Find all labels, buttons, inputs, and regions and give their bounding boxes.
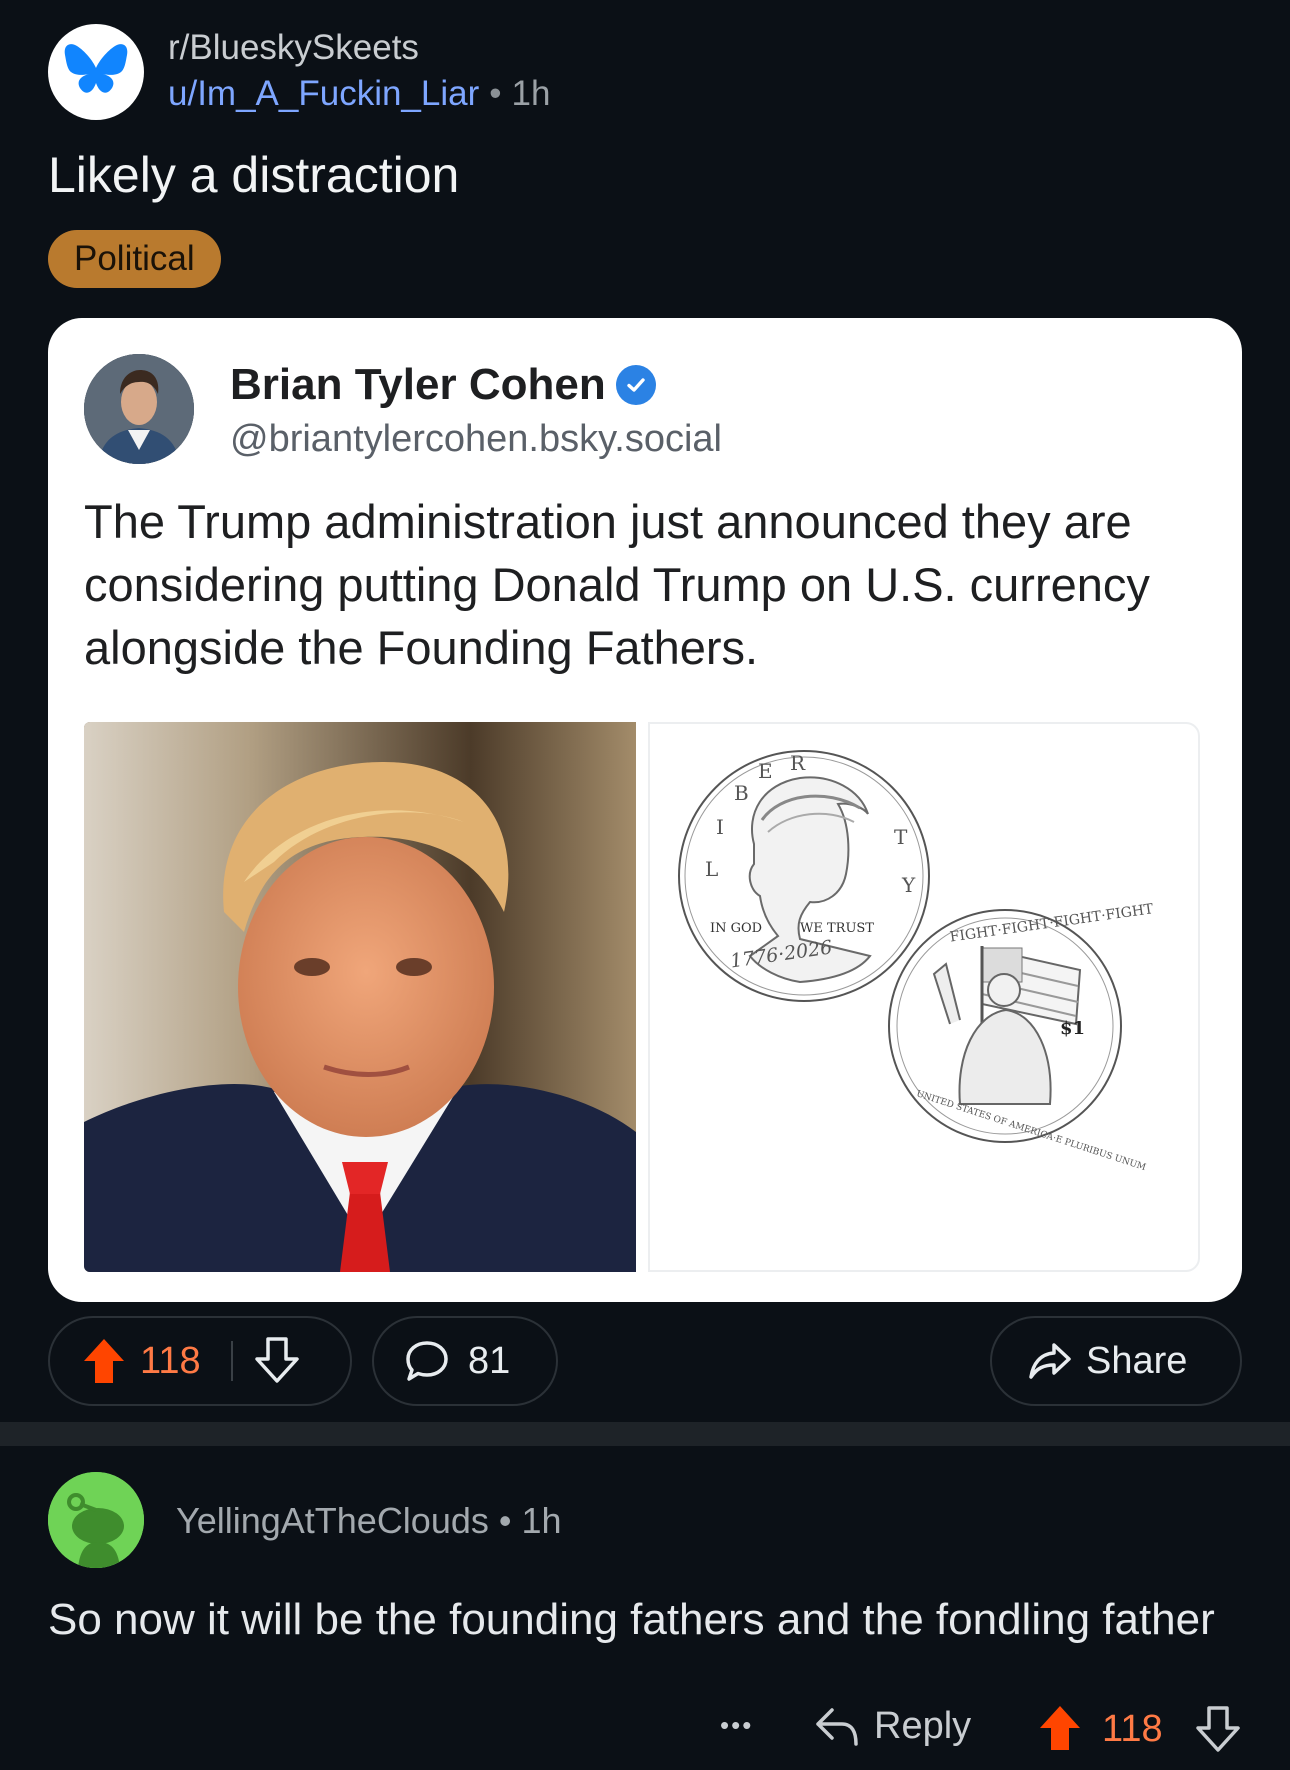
comment-text: So now it will be the founding fathers a… bbox=[48, 1595, 1215, 1644]
meta-separator: • bbox=[489, 74, 502, 113]
coin-front-letter-t: T bbox=[894, 825, 908, 849]
coin-front-motto-right: WE TRUST bbox=[800, 921, 874, 936]
comment-age: 1h bbox=[521, 1500, 562, 1541]
snoo-avatar-icon bbox=[48, 1472, 144, 1568]
comment-upvote-arrow-icon bbox=[1040, 1706, 1080, 1750]
comment-bubble-icon bbox=[406, 1341, 448, 1381]
author-name-text: Brian Tyler Cohen bbox=[230, 360, 606, 409]
vote-divider bbox=[230, 1341, 233, 1381]
post-title[interactable]: Likely a distraction bbox=[48, 146, 459, 204]
comment-downvote-button[interactable] bbox=[1196, 1706, 1240, 1754]
coin-front-letter-l: L bbox=[705, 857, 718, 881]
coin-front: L I B E R T Y IN GOD WE TRUST 1776·2026 bbox=[678, 750, 930, 1002]
post-age: 1h bbox=[511, 74, 551, 113]
comment-author[interactable]: YellingAtTheClouds bbox=[176, 1500, 489, 1541]
coin-front-letter-r: R bbox=[790, 751, 806, 775]
subreddit-avatar[interactable] bbox=[48, 24, 144, 120]
comment-meta-separator: • bbox=[498, 1500, 512, 1541]
embedded-post-image[interactable]: Brian Tyler Cohen @briantylercohen.bsky.… bbox=[48, 318, 1242, 1302]
flair-badge[interactable]: Political bbox=[48, 230, 221, 288]
more-options-button[interactable]: ••• bbox=[720, 1710, 753, 1741]
share-label: Share bbox=[1086, 1339, 1188, 1382]
author-name: Brian Tyler Cohen bbox=[230, 360, 656, 410]
coin-front-letter-b: B bbox=[734, 781, 749, 805]
reply-arrow-icon bbox=[816, 1708, 858, 1746]
comment-upvote-count: 118 bbox=[1102, 1708, 1163, 1750]
vote-pill: 118 bbox=[48, 1316, 352, 1406]
coin-front-letter-y: Y bbox=[901, 873, 916, 897]
reply-button[interactable]: Reply bbox=[814, 1704, 971, 1748]
coin-design-image: L I B E R T Y IN GOD WE TRUST 1776·2026 bbox=[648, 722, 1200, 1272]
comment-upvote-button[interactable] bbox=[1038, 1704, 1082, 1752]
coin-back: $1 FIGHT·FIGHT·FIGHT·FIGHT UNITED STATES… bbox=[888, 901, 1155, 1173]
downvote-arrow-icon bbox=[254, 1337, 299, 1383]
coin-front-motto-left: IN GOD bbox=[710, 921, 762, 936]
downvote-button[interactable] bbox=[254, 1337, 299, 1385]
bluesky-butterfly-icon bbox=[64, 44, 128, 93]
comment-count: 81 bbox=[468, 1339, 511, 1382]
author-handle: @briantylercohen.bsky.social bbox=[230, 418, 722, 460]
share-arrow-icon bbox=[1029, 1343, 1071, 1379]
post-meta: u/Im_A_Fuckin_Liar • 1h bbox=[168, 74, 550, 114]
upvote-button[interactable] bbox=[82, 1337, 126, 1385]
verified-check-icon bbox=[615, 365, 656, 405]
author-avatar bbox=[84, 354, 194, 464]
upvote-arrow-icon bbox=[84, 1339, 124, 1383]
embedded-post-text: The Trump administration just announced … bbox=[84, 495, 1150, 674]
comments-button[interactable]: 81 bbox=[372, 1316, 558, 1406]
subreddit-name[interactable]: r/BlueskySkeets bbox=[168, 28, 419, 68]
portrait-photo bbox=[84, 722, 636, 1272]
reply-label: Reply bbox=[874, 1704, 972, 1747]
coin-back-value: $1 bbox=[1060, 1018, 1085, 1039]
comment-actions: ••• Reply 118 bbox=[0, 1700, 1290, 1770]
post-author[interactable]: u/Im_A_Fuckin_Liar bbox=[168, 74, 479, 113]
commenter-avatar[interactable] bbox=[48, 1472, 144, 1568]
comment-meta: YellingAtTheClouds • 1h bbox=[176, 1500, 562, 1542]
coin-front-letter-i: I bbox=[716, 815, 724, 839]
coin-front-letter-e: E bbox=[758, 759, 773, 783]
upvote-count: 118 bbox=[140, 1339, 201, 1382]
share-button[interactable]: Share bbox=[990, 1316, 1242, 1406]
section-divider bbox=[0, 1422, 1290, 1446]
comment-downvote-arrow-icon bbox=[1196, 1706, 1240, 1752]
